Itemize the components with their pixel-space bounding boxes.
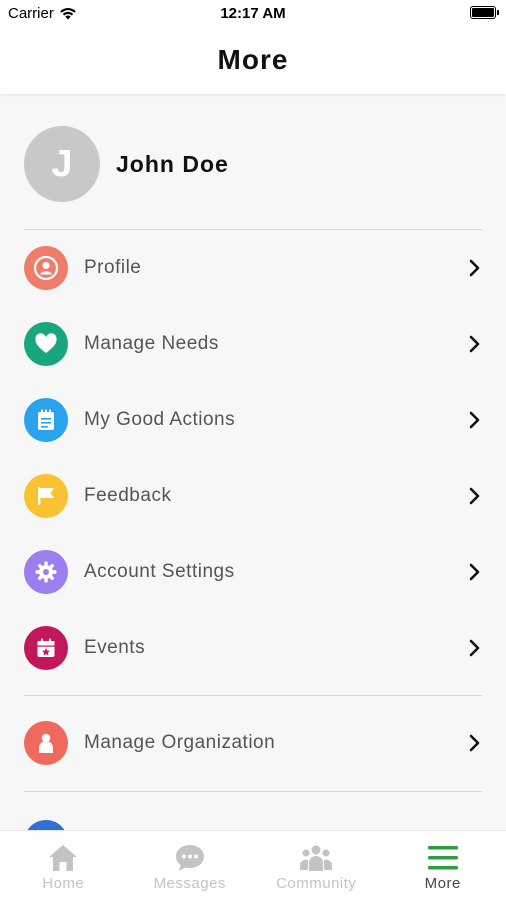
tab-label: More <box>424 875 461 892</box>
more-content: J John Doe Profile Manage Needs My Good … <box>0 95 506 830</box>
menu-item-account-settings[interactable]: Account Settings <box>24 540 482 604</box>
menu-item-profile[interactable]: Profile <box>24 236 482 300</box>
flag-icon <box>24 474 68 518</box>
chevron-right-icon <box>468 638 482 658</box>
chevron-right-icon <box>468 562 482 582</box>
status-bar: Carrier 12:17 AM <box>0 0 506 26</box>
tab-community[interactable]: Community <box>253 831 380 900</box>
menu-item-manage-needs[interactable]: Manage Needs <box>24 312 482 376</box>
divider <box>24 791 482 792</box>
chevron-right-icon <box>468 334 482 354</box>
menu-item-events[interactable]: Events <box>24 616 482 680</box>
menu-label: Account Settings <box>84 561 235 582</box>
divider <box>24 229 482 230</box>
notepad-icon <box>24 398 68 442</box>
tab-home[interactable]: Home <box>0 831 127 900</box>
chevron-right-icon <box>468 410 482 430</box>
gear-icon <box>24 550 68 594</box>
tab-label: Home <box>42 875 85 892</box>
nav-header: More <box>0 26 506 94</box>
menu-item-my-good-actions[interactable]: My Good Actions <box>24 388 482 452</box>
tab-label: Messages <box>153 875 226 892</box>
chevron-right-icon <box>468 258 482 278</box>
menu-item-manage-organization[interactable]: Manage Organization <box>24 711 482 775</box>
menu-item-partial[interactable] <box>24 810 482 830</box>
hamburger-icon <box>427 846 458 870</box>
chevron-right-icon <box>468 486 482 506</box>
tab-more[interactable]: More <box>380 831 506 900</box>
home-icon <box>49 845 78 871</box>
page-title: More <box>217 44 289 75</box>
menu-label: Feedback <box>84 485 172 506</box>
menu-label: Events <box>84 637 146 658</box>
people-icon <box>300 845 333 871</box>
menu-label: Manage Organization <box>84 732 276 753</box>
menu-label: Profile <box>84 257 142 278</box>
chevron-right-icon <box>468 733 482 753</box>
heart-icon <box>24 322 68 366</box>
tab-messages[interactable]: Messages <box>127 831 254 900</box>
menu-item-feedback[interactable]: Feedback <box>24 464 482 528</box>
status-time: 12:17 AM <box>220 5 286 22</box>
battery-icon <box>470 6 499 19</box>
tab-label: Community <box>276 875 357 892</box>
avatar: J <box>24 126 100 202</box>
profile-icon <box>24 246 68 290</box>
user-summary[interactable]: J John Doe <box>24 126 229 202</box>
user-name: John Doe <box>116 150 229 177</box>
chat-icon <box>175 845 204 871</box>
menu-label: My Good Actions <box>84 409 236 430</box>
person-icon <box>24 721 68 765</box>
menu-item-icon <box>24 820 68 830</box>
menu-label: Manage Needs <box>84 333 219 354</box>
calendar-icon <box>24 626 68 670</box>
tab-bar: Home Messages Community More <box>0 830 506 900</box>
divider <box>24 695 482 696</box>
